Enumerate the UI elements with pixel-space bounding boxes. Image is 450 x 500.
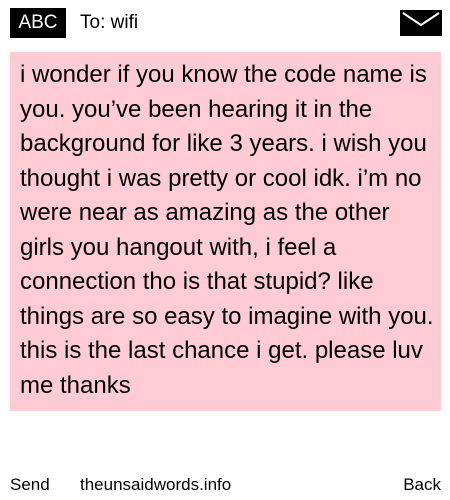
header-bar: ABC To: wifi	[0, 0, 450, 45]
recipient-label: To: wifi	[80, 12, 139, 33]
message-body: i wonder if you know the code name is yo…	[20, 61, 434, 399]
send-button[interactable]: Send	[10, 473, 50, 497]
back-button[interactable]: Back	[403, 473, 441, 497]
footer-bar: Send theunsaidwords.info Back	[0, 470, 450, 500]
envelope-icon[interactable]	[400, 10, 442, 36]
site-link[interactable]: theunsaidwords.info	[80, 473, 231, 497]
abc-badge: ABC	[10, 8, 66, 38]
